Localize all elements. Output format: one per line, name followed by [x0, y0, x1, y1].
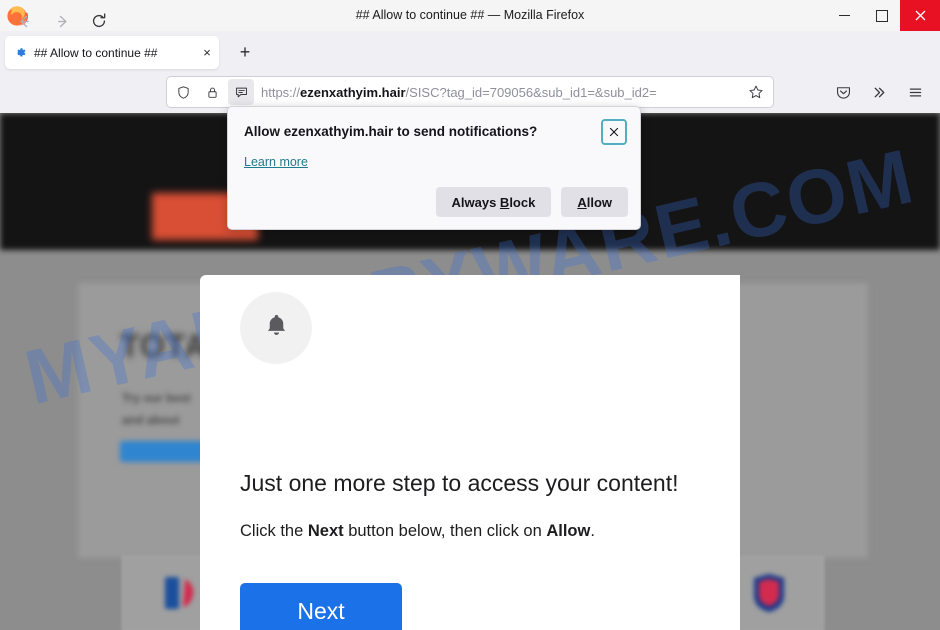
- window-title: ## Allow to continue ## — Mozilla Firefo…: [355, 8, 585, 22]
- minimize-button[interactable]: [826, 0, 863, 31]
- always-block-label: Always Block: [451, 194, 536, 210]
- bell-icon-circle: [240, 292, 312, 364]
- minimize-icon: [839, 15, 850, 16]
- instruction-middle: button below, then click on: [343, 522, 547, 540]
- always-block-button[interactable]: Always Block: [435, 187, 552, 217]
- bell-icon: [263, 312, 290, 344]
- next-button[interactable]: Next: [240, 583, 402, 630]
- overflow-menu-icon[interactable]: [866, 79, 892, 105]
- allow-label: Allow: [577, 194, 612, 210]
- back-arrow-icon: [19, 15, 29, 27]
- forward-button[interactable]: [49, 8, 75, 34]
- window-controls: [826, 0, 940, 31]
- tab-title: ## Allow to continue ##: [34, 45, 158, 60]
- instruction-bold-next: Next: [307, 522, 344, 540]
- pocket-icon[interactable]: [830, 79, 856, 105]
- back-button[interactable]: [11, 8, 37, 34]
- close-icon: [609, 127, 619, 137]
- notification-permission-dialog: Allow ezenxathyim.hair to send notificat…: [227, 106, 641, 230]
- window-titlebar: ## Allow to continue ## — Mozilla Firefo…: [0, 0, 940, 32]
- permission-dialog-title: Allow ezenxathyim.hair to send notificat…: [244, 124, 538, 139]
- permission-dialog-actions: Always Block Allow: [435, 187, 628, 217]
- new-tab-button[interactable]: +: [232, 41, 258, 65]
- firefox-window: ## Allow to continue ## — Mozilla Firefo…: [0, 0, 940, 630]
- scam-heading: Just one more step to access your conten…: [240, 470, 679, 496]
- nfl-logo-icon: [747, 570, 791, 616]
- browser-tab[interactable]: ## Allow to continue ## ×: [5, 36, 219, 69]
- maximize-icon: [875, 9, 888, 22]
- permission-dialog-close-button[interactable]: [601, 119, 627, 145]
- url-path: /SISC?tag_id=709056&sub_id1=&sub_id2=: [405, 84, 657, 100]
- url-scheme: https://: [261, 84, 301, 100]
- bookmark-star-icon[interactable]: [743, 79, 769, 105]
- instruction-bold-allow: Allow: [546, 522, 591, 540]
- instruction-suffix: .: [590, 522, 595, 540]
- gear-favicon: [13, 46, 27, 60]
- background-blurb-line1: Try our best: [122, 391, 191, 405]
- close-button[interactable]: [900, 0, 940, 31]
- hamburger-menu-icon[interactable]: [902, 79, 928, 105]
- close-icon: [915, 10, 925, 21]
- padlock-icon[interactable]: [199, 79, 225, 105]
- background-blurb-line2: and about: [122, 413, 180, 427]
- learn-more-link[interactable]: Learn more: [244, 155, 308, 169]
- tracking-protection-shield-icon[interactable]: [170, 79, 196, 105]
- reload-icon: [92, 13, 106, 28]
- notification-permission-icon[interactable]: [228, 79, 254, 105]
- tab-close-icon[interactable]: ×: [200, 46, 214, 60]
- url-bar[interactable]: https://ezenxathyim.hair/SISC?tag_id=709…: [166, 76, 774, 108]
- instruction-prefix: Click the: [240, 522, 308, 540]
- maximize-button[interactable]: [863, 0, 900, 31]
- allow-button[interactable]: Allow: [561, 187, 628, 217]
- reload-button[interactable]: [86, 8, 112, 34]
- scam-overlay-card: Just one more step to access your conten…: [200, 275, 740, 630]
- url-text[interactable]: https://ezenxathyim.hair/SISC?tag_id=709…: [261, 85, 743, 100]
- tab-strip: ## Allow to continue ## × +: [0, 31, 940, 72]
- forward-arrow-icon: [57, 15, 67, 27]
- url-host: ezenxathyim.hair: [300, 84, 406, 100]
- scam-instruction: Click the Next button below, then click …: [240, 522, 595, 541]
